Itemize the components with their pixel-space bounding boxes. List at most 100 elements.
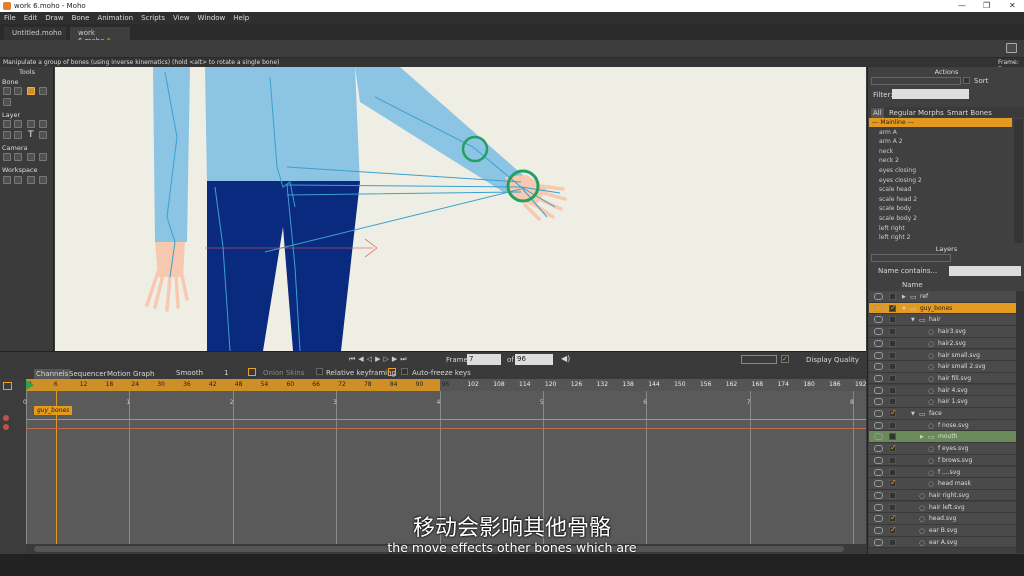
visibility-eye-icon[interactable] [874,398,883,406]
visibility-eye-icon[interactable] [874,293,883,300]
layer-row[interactable]: ◌head mask [869,478,1016,490]
visibility-eye-icon[interactable] [874,363,883,371]
visibility-eye-icon[interactable] [874,374,883,382]
maximize-button[interactable]: ❐ [983,1,990,10]
onion-skins-button[interactable]: Onion Skins [263,369,304,377]
visibility-eye-icon[interactable] [874,421,883,429]
visibility-eye-icon[interactable] [874,491,883,499]
reparent-bone-tool[interactable] [3,98,11,106]
zoom-camera-tool[interactable] [14,153,22,161]
visibility-eye-icon[interactable] [874,456,883,464]
menu-scripts[interactable]: Scripts [137,12,169,24]
actions-toolbar-icons[interactable] [871,77,961,85]
layer-filter-select[interactable]: Name contains... [878,267,937,275]
minimize-button[interactable]: — [958,1,966,10]
timeline-ruler[interactable]: 0 6 12 18 24 30 36 42 48 54 60 66 72 78 84 90 96 102 108 11… [26,379,866,391]
playhead-start-icon[interactable] [26,380,34,390]
layer-filter-input[interactable] [949,266,1021,276]
menu-draw[interactable]: Draw [41,12,67,24]
expand-down-icon[interactable]: ▼ [911,411,915,417]
layers-toolbar-icons[interactable] [871,254,951,262]
tab-untitled[interactable]: Untitled.moho [4,27,66,40]
tab-all[interactable]: All [871,108,884,118]
layer-checkbox[interactable] [889,293,896,300]
orbit-workspace-icon[interactable] [39,176,47,184]
layer-checkbox[interactable] [889,363,896,371]
menu-bone[interactable]: Bone [68,12,94,24]
menu-edit[interactable]: Edit [20,12,42,24]
menu-help[interactable]: Help [229,12,253,24]
tab-work6[interactable]: work 6.moho ✎ [70,27,130,45]
layer-checkbox[interactable] [889,478,897,488]
total-frames-input[interactable]: 96 [515,354,553,365]
menu-file[interactable]: File [0,12,20,24]
menu-view[interactable]: View [169,12,194,24]
autofreeze-check[interactable] [401,368,408,375]
text-tool-icon[interactable]: T [28,130,34,140]
layer-checkbox[interactable] [889,339,896,347]
eyedropper-tool[interactable] [39,131,47,139]
layer-row[interactable]: ◌ hair 4.svg [869,384,1016,397]
action-item[interactable]: arm A 2 [879,138,903,145]
track-camera-tool[interactable] [3,153,11,161]
tab-morphs[interactable]: Morphs [917,108,945,118]
action-item[interactable]: left right 2 [879,234,910,241]
layer-row[interactable]: ◌ hair2.svg [869,337,1016,350]
layer-checkbox[interactable] [889,351,896,359]
manipulate-bones-tool[interactable] [27,87,35,95]
visibility-eye-icon[interactable] [874,386,883,394]
track-label[interactable]: guy_bones [34,406,73,415]
visibility-eye-icon[interactable] [874,410,883,417]
zoom-workspace-icon[interactable] [14,176,22,184]
layer-checkbox[interactable] [889,491,896,499]
canvas-viewport[interactable] [55,67,866,351]
set-origin-tool[interactable] [3,120,11,128]
display-quality-check[interactable]: ✓ [781,355,789,363]
visibility-eye-icon[interactable] [874,468,883,476]
layer-row[interactable]: ▼ ▭face [869,408,1016,420]
layer-checkbox[interactable] [889,443,897,453]
action-item[interactable]: scale body 2 [879,215,917,222]
visibility-eye-icon[interactable] [874,316,883,324]
visibility-eye-icon[interactable] [874,445,883,453]
pan-tilt-camera-tool[interactable] [39,153,47,161]
keyframe-filter-icon[interactable] [3,382,12,390]
layer-row[interactable]: ◌ hair 1.svg [869,396,1016,408]
action-item[interactable]: eyes closing 2 [879,177,922,184]
action-item[interactable]: scale head 2 [879,196,917,203]
tab-motion-graph[interactable]: Motion Graph [106,369,155,379]
layer-checkbox[interactable] [889,433,896,441]
action-item[interactable]: scale head [879,186,911,193]
tab-smart-bones[interactable]: Smart Bones [946,108,993,118]
action-list[interactable]: --- Mainline --- arm A arm A 2 neck neck 2 ey… [868,119,1014,244]
layer-row[interactable]: ◌ hair fill.svg [869,372,1016,385]
layer-checkbox[interactable] [889,408,897,417]
layer-row[interactable]: ◌ f ....svg [869,466,1016,479]
layer-row[interactable]: ◌ f brows.svg [869,454,1016,467]
playback-controls-icon[interactable]: ⏮◀◁▶▷▶⏭ [349,355,444,364]
keyframe-icon[interactable] [248,368,256,376]
action-item[interactable]: left right [879,225,905,232]
select-bone-tool[interactable] [3,87,11,95]
layer-row[interactable]: ▼ ▭ hair [869,314,1016,326]
actions-scrollbar[interactable] [1014,119,1023,243]
visibility-eye-icon[interactable] [874,480,883,488]
action-item[interactable]: neck [879,148,893,155]
relative-keyframing-check[interactable] [316,368,323,375]
layer-checkbox[interactable] [889,456,896,464]
tab-channels[interactable]: Channels [34,369,71,379]
action-item[interactable]: --- Mainline --- [872,119,914,126]
add-bone-tool[interactable] [39,87,47,95]
action-item[interactable]: arm A [879,129,897,136]
visibility-eye-icon[interactable] [874,339,883,347]
action-item[interactable]: scale body [879,205,911,212]
view-layout-icon[interactable] [741,355,777,364]
action-item[interactable]: eyes closing [879,167,916,174]
visibility-eye-icon[interactable] [874,351,883,359]
rotate-layer-tool[interactable] [39,120,47,128]
layer-checkbox[interactable] [889,316,896,324]
pan-workspace-icon[interactable] [3,176,11,184]
menu-window[interactable]: Window [194,12,230,24]
layer-checkbox[interactable] [889,328,896,336]
visibility-eye-icon[interactable] [874,304,883,312]
